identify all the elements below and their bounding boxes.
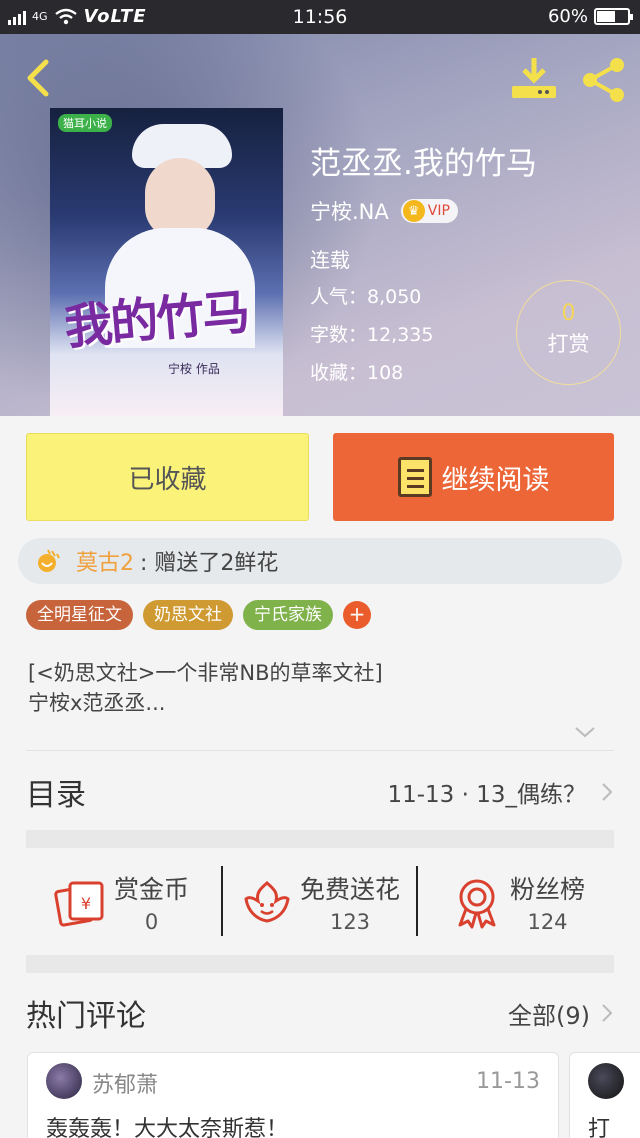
stat-value: 124 (527, 910, 568, 934)
gift-user[interactable]: 莫古2 (76, 545, 134, 577)
medal-icon (458, 879, 496, 929)
vip-badge: ♛ VIP (400, 199, 458, 223)
flower-gift-icon (244, 881, 290, 923)
tip-button[interactable]: 0 打赏 (516, 280, 621, 385)
expand-chevron-icon[interactable] (572, 722, 598, 742)
continue-reading-button[interactable]: 继续阅读 (333, 433, 614, 521)
all-comments-link[interactable]: 全部(9) (508, 996, 590, 1031)
stat-value: 0 (144, 910, 159, 934)
battery-percent: 60% (547, 6, 588, 27)
chevron-right-icon (602, 783, 613, 801)
toc-title: 目录 (26, 778, 86, 813)
svg-text:¥: ¥ (81, 894, 91, 913)
hot-comments-title: 热门评论 (26, 999, 146, 1034)
fan-ranking-button[interactable]: 粉丝榜 124 (450, 850, 585, 954)
tag-list: 全明星征文 奶思文社 宁氏家族 + (26, 600, 371, 630)
coin-reward-button[interactable]: ¥ 赏金币 0 (54, 850, 189, 954)
stat-value: 123 (329, 910, 371, 934)
status-bar: 4G VoLTE 11:56 60% (0, 0, 640, 34)
book-icon (397, 457, 432, 497)
comment-content: 打 (588, 1117, 611, 1138)
hot-comments-header: 热门评论 全部(9) (26, 985, 614, 1041)
stats-row: ¥ 赏金币 0 免费送花 123 粉丝榜 124 (26, 850, 614, 954)
clock: 11:56 (292, 6, 348, 28)
serial-status: 连载 (310, 248, 350, 272)
tag-item[interactable]: 全明星征文 (26, 600, 133, 630)
table-of-contents-row[interactable]: 目录 11-13 · 13_偶练？ (26, 760, 614, 824)
share-button[interactable] (580, 56, 628, 104)
battery-fill (597, 11, 615, 22)
section-separator (26, 830, 614, 848)
gift-ticker[interactable]: 莫古2 : 赠送了2鲜花 (18, 538, 622, 584)
download-button[interactable] (510, 56, 558, 102)
intro-line: 宁桉x范丞丞... (28, 691, 166, 715)
comment-card[interactable]: 打 (569, 1052, 640, 1138)
back-button[interactable] (18, 56, 58, 100)
vip-label: VIP (427, 203, 450, 219)
tip-label: 打赏 (547, 332, 590, 356)
word-count-stat: 字数：12,335 (310, 324, 434, 346)
stat-label: 赏金币 (114, 875, 190, 904)
book-header: 猫耳小说 我的竹马 宁桉 作品 范丞丞.我的竹马 宁桉.NA ♛ VIP 连载 … (0, 34, 640, 416)
comment-card[interactable]: 苏郁萧 11-13 轰轰轰！大大太奈斯惹！ (27, 1052, 559, 1138)
tag-item[interactable]: 奶思文社 (143, 600, 233, 630)
latest-chapter: 11-13 · 13_偶练？ (387, 782, 586, 808)
crown-icon: ♛ (402, 200, 425, 222)
favorited-button[interactable]: 已收藏 (26, 433, 309, 521)
divider (221, 866, 223, 936)
comment-date: 11-13 (476, 1069, 540, 1094)
flower-icon (38, 549, 60, 572)
favorited-label: 已收藏 (128, 464, 207, 495)
avatar[interactable] (46, 1063, 82, 1099)
continue-reading-label: 继续阅读 (441, 464, 550, 496)
cover-author: 宁桉 作品 (168, 362, 220, 376)
avatar[interactable] (588, 1063, 624, 1099)
author-row: 宁桉.NA ♛ VIP (310, 196, 458, 226)
favorites-stat: 收藏：108 (310, 362, 404, 384)
section-separator (26, 955, 614, 973)
add-tag-button[interactable]: + (343, 601, 371, 629)
comment-user[interactable]: 苏郁萧 (92, 1067, 158, 1099)
cover-logo: 猫耳小说 (58, 114, 112, 132)
author-name[interactable]: 宁桉.NA (310, 196, 389, 226)
tip-count: 0 (561, 301, 576, 326)
chevron-right-icon[interactable] (600, 1002, 614, 1024)
comment-content: 轰轰轰！大大太奈斯惹！ (46, 1117, 289, 1138)
free-flower-button[interactable]: 免费送花 123 (240, 850, 400, 954)
stat-label: 免费送花 (300, 875, 401, 904)
red-envelope-icon: ¥ (54, 881, 104, 927)
divider (26, 750, 614, 751)
gift-text: : 赠送了2鲜花 (140, 551, 279, 576)
battery-icon (594, 8, 633, 25)
divider (416, 866, 418, 936)
book-cover[interactable]: 猫耳小说 我的竹马 宁桉 作品 (50, 108, 283, 416)
popularity-stat: 人气：8,050 (310, 286, 422, 308)
book-intro[interactable]: [<奶思文社>一个非常NB的草率文社] 宁桉x范丞丞... (28, 658, 618, 718)
book-title: 范丞丞.我的竹马 (310, 146, 537, 182)
intro-line: [<奶思文社>一个非常NB的草率文社] (28, 661, 383, 685)
tag-item[interactable]: 宁氏家族 (243, 600, 333, 630)
stat-label: 粉丝榜 (510, 875, 586, 904)
